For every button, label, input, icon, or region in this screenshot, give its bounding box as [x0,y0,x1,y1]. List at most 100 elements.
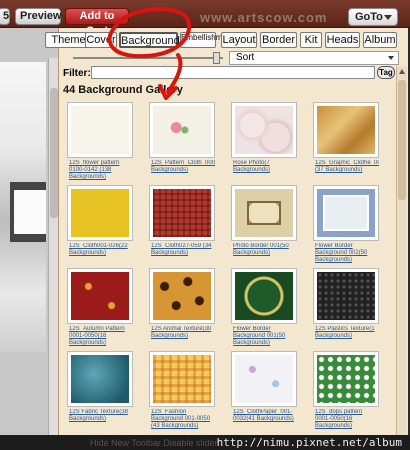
gallery-item-caption[interactable]: 12S_dops pattern 0001-0050(16 Background… [315,409,379,430]
gallery-item[interactable]: 12S_Fashion Background 001-0050 (43 Back… [149,351,217,431]
preview-scrollbar[interactable] [48,58,58,435]
background-preview-image [153,272,211,320]
goto-label: GoTo [355,11,383,23]
gallery-scrollbar[interactable] [396,66,407,435]
status-options: Hide New Toolbar Disable slider [90,438,218,448]
gallery-item[interactable]: 12S_Autumn Pattern 0001-0050(16 Backgrou… [67,268,135,348]
tab-kit[interactable]: Kit [300,32,322,48]
gallery-item[interactable]: 12S_ClothPaper_001-0032(41 Backgrounds) [231,351,299,431]
filter-label: Filter: [63,68,91,79]
gallery-item-caption[interactable]: 12S Fabric Texture(38 Backgrounds) [69,409,133,423]
gallery-item[interactable]: 12S_Pattern_Cloth_0001_0050(16 Backgroun… [149,102,217,182]
resource-panel: Theme Cover Background Embellishment Lay… [45,28,409,435]
sort-select[interactable]: Sort [229,51,399,65]
gallery-item[interactable]: Flower Border Background 002(50 Backgrou… [313,185,381,265]
gallery-thumbnail[interactable] [231,102,297,158]
gallery-item[interactable]: 12S_Cloth027-059 (34 Backgrounds) [149,185,217,265]
background-preview-image [153,355,211,403]
gallery-item-caption[interactable]: 12S_Fashion Background 001-0050 (43 Back… [151,409,215,430]
gallery-thumbnail[interactable] [231,351,297,407]
gallery-thumbnail[interactable] [313,185,379,241]
tab-background[interactable]: Background [119,32,180,48]
background-preview-image [317,272,375,320]
status-bar: Hide New Toolbar Disable slider http://n… [0,435,410,450]
tab-heads[interactable]: Heads [325,32,360,48]
prev-step-button[interactable]: 5 [0,8,10,25]
gallery-thumbnail[interactable] [313,102,379,158]
slider-handle[interactable] [213,52,220,64]
gallery-item-caption[interactable]: 12S_Cloth001-026(22 Backgrounds) [69,243,133,257]
gallery-item[interactable]: Rose Photo(7 Backgrounds) [231,102,299,182]
tab-embellishment[interactable]: Embellishment [180,32,233,48]
gallery-item-caption[interactable]: 12S_Autumn Pattern 0001-0050(16 Backgrou… [69,326,133,347]
scroll-up-icon[interactable] [399,69,405,74]
gallery-item[interactable]: 12S_Graphic_Clothe_0001_0050 (37 Backgro… [313,102,381,182]
gallery-thumbnail[interactable] [313,268,379,324]
gallery-item-caption[interactable]: Flower Border Background 002(50 Backgrou… [315,243,379,264]
tag-button[interactable]: Tag [377,66,395,79]
gallery-item[interactable]: Photo Border 001(50 Backgrounds) [231,185,299,265]
background-preview-image [153,106,211,154]
gallery-thumbnail[interactable] [149,351,215,407]
gallery-thumbnail[interactable] [67,102,133,158]
tab-album[interactable]: Album [363,32,397,48]
background-preview-image [235,272,293,320]
chevron-down-icon [388,56,394,60]
gallery-item[interactable]: 12S Fabric Texture(38 Backgrounds) [67,351,135,431]
background-preview-image [235,355,293,403]
preview-button[interactable]: Preview [15,8,62,25]
page-preview-pane [0,28,58,435]
gallery-item-caption[interactable]: 12S_Cloth027-059 (34 Backgrounds) [151,243,215,257]
gallery-thumbnail[interactable] [67,351,133,407]
goto-dropdown[interactable]: GoTo [348,8,398,26]
background-preview-image [153,189,211,237]
gallery-item-caption[interactable]: 12S Animal Texture(30 Backgrounds) [151,326,215,340]
gallery-item[interactable]: 12S Animal Texture(30 Backgrounds) [149,268,217,348]
tab-border[interactable]: Border [260,32,297,48]
gallery-item[interactable]: 12S_dops pattern 0001-0050(16 Background… [313,351,381,431]
gallery-item-caption[interactable]: Photo Border 001(50 Backgrounds) [233,243,297,257]
gallery-item[interactable]: 12S_Cloth001-026(22 Backgrounds) [67,185,135,265]
gallery-item-caption[interactable]: 12S_Graphic_Clothe_0001_0050 (37 Backgro… [315,160,379,174]
gallery-thumbnail[interactable] [149,268,215,324]
background-preview-image [317,106,375,154]
gallery-thumbnail[interactable] [149,185,215,241]
background-preview-image [317,355,375,403]
gallery-thumbnail[interactable] [67,268,133,324]
background-preview-image [71,189,129,237]
gallery-item-caption[interactable]: Rose Photo(7 Backgrounds) [233,160,297,174]
gallery-title: 44 Background Gallery [63,84,183,96]
gallery-thumbnail[interactable] [231,185,297,241]
tab-cover[interactable]: Cover [85,32,117,48]
gallery-item-caption[interactable]: Flower Border Background 001(50 Backgrou… [233,326,297,347]
gallery-item-caption[interactable]: 12S_flower pattern 0100-0142 (138 Backgr… [69,160,133,181]
preview-photo-inner [14,190,46,234]
gallery-thumbnail[interactable] [231,268,297,324]
gallery-thumbnail[interactable] [67,185,133,241]
preview-scroll-thumb[interactable] [50,88,58,218]
gallery-item[interactable]: Flower Border Background 001(50 Backgrou… [231,268,299,348]
gallery-thumbnail[interactable] [149,102,215,158]
sort-label: Sort [236,52,255,63]
tab-layout[interactable]: Layout [221,32,257,48]
background-preview-image [71,355,129,403]
filter-input[interactable] [91,66,375,79]
gallery-item-caption[interactable]: 12S Plastics Texture(1 Backgrounds) [315,326,379,340]
gallery-thumbnail[interactable] [313,351,379,407]
thumbnail-size-row: Sort [59,51,409,65]
gallery-item-caption[interactable]: 12S_ClothPaper_001-0032(41 Backgrounds) [233,409,297,423]
top-toolbar: 5 Preview Add to Cart www.artscow.com Go… [0,0,410,37]
thumbnail-size-slider[interactable] [73,57,223,59]
gallery-item[interactable]: 12S Plastics Texture(1 Backgrounds) [313,268,381,348]
add-to-cart-button[interactable]: Add to Cart [65,8,129,37]
background-gallery-grid: 12S_flower pattern 0100-0142 (138 Backgr… [67,102,392,435]
background-preview-image [71,106,129,154]
background-preview-image [71,272,129,320]
source-url: http://nimu.pixnet.net/album [216,436,402,449]
watermark-text: www.artscow.com [200,10,328,25]
gallery-scroll-thumb[interactable] [398,80,406,200]
page-preview-image [0,62,46,352]
gallery-item[interactable]: 12S_flower pattern 0100-0142 (138 Backgr… [67,102,135,182]
background-preview-image [235,189,293,237]
gallery-item-caption[interactable]: 12S_Pattern_Cloth_0001_0050(16 Backgroun… [151,160,215,174]
